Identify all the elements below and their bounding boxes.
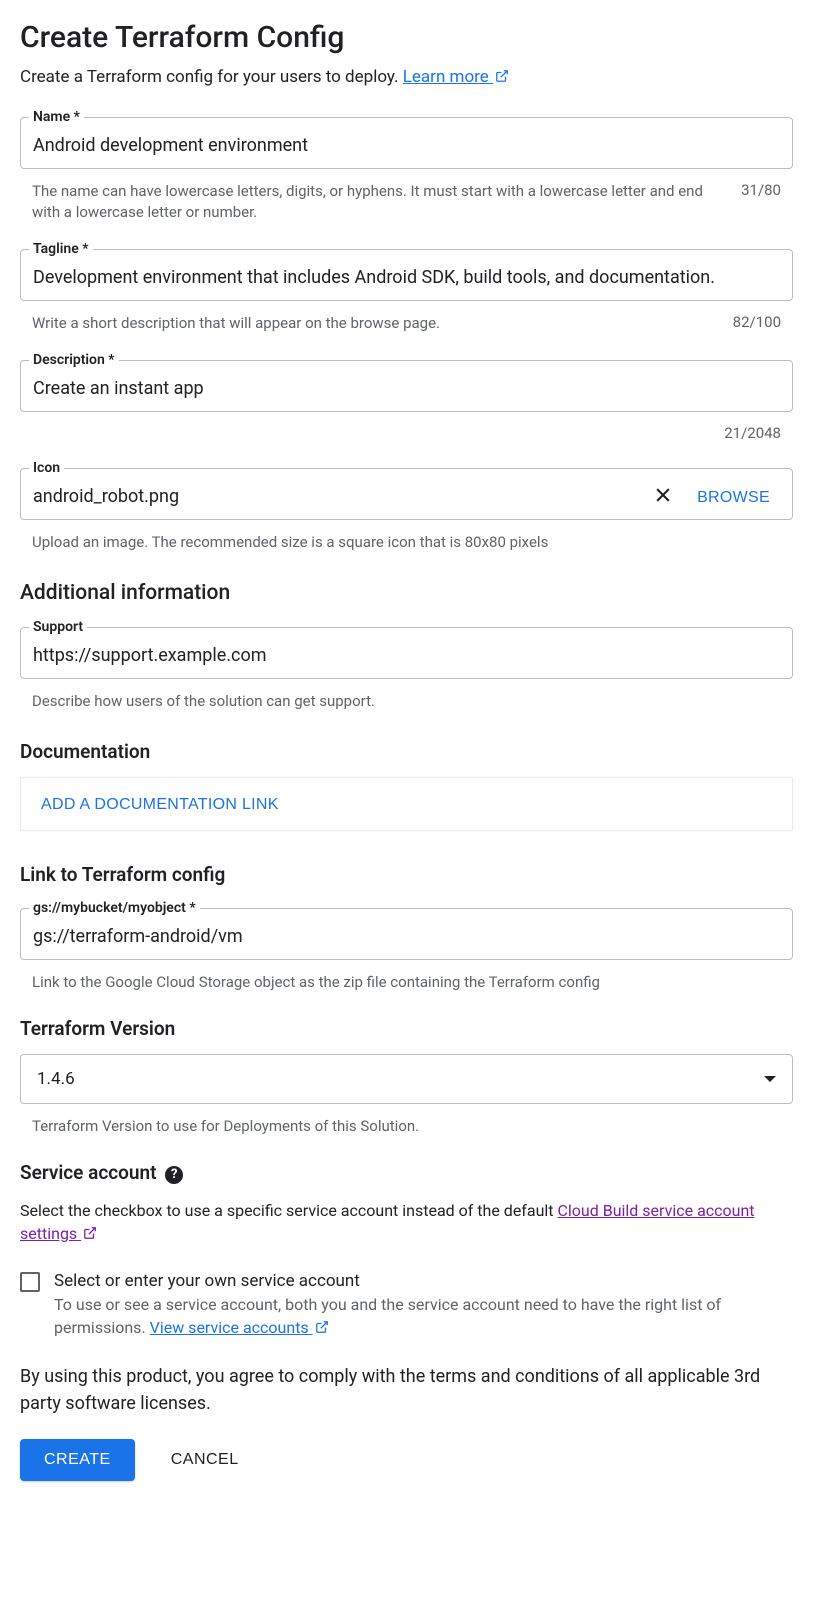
page-title: Create Terraform Config [20, 20, 793, 55]
name-field: Name * [20, 109, 793, 169]
agreement-text: By using this product, you agree to comp… [20, 1363, 793, 1417]
button-row: CREATE CANCEL [20, 1439, 793, 1481]
external-link-icon [495, 69, 509, 83]
learn-more-link[interactable]: Learn more [403, 67, 509, 87]
service-account-description: Select the checkbox to use a specific se… [20, 1199, 793, 1245]
description-input[interactable] [21, 368, 792, 411]
help-icon[interactable]: ? [165, 1166, 183, 1184]
external-link-icon [315, 1320, 329, 1334]
terraform-version-select[interactable]: 1.4.6 [20, 1054, 793, 1104]
icon-helper: Upload an image. The recommended size is… [20, 528, 793, 553]
terraform-version-heading: Terraform Version [20, 1017, 793, 1040]
documentation-box: ADD A DOCUMENTATION LINK [20, 777, 793, 831]
tagline-label: Tagline * [29, 241, 93, 257]
name-helper: The name can have lowercase letters, dig… [32, 181, 741, 223]
link-terraform-heading: Link to Terraform config [20, 863, 793, 886]
config-link-field: gs://mybucket/myobject * [20, 900, 793, 960]
create-button[interactable]: CREATE [20, 1439, 135, 1481]
config-link-input[interactable] [21, 916, 792, 959]
description-counter: 21/2048 [724, 424, 781, 442]
description-helper [32, 424, 724, 442]
terraform-version-helper: Terraform Version to use for Deployments… [20, 1112, 793, 1137]
icon-clear-button[interactable] [643, 480, 683, 516]
service-account-checkbox-desc: To use or see a service account, both yo… [54, 1293, 793, 1339]
cancel-button[interactable]: CANCEL [163, 1439, 247, 1481]
icon-browse-button[interactable]: BROWSE [683, 481, 784, 515]
tagline-helper: Write a short description that will appe… [32, 313, 733, 334]
documentation-heading: Documentation [20, 740, 793, 763]
config-link-label: gs://mybucket/myobject * [29, 900, 200, 916]
description-label: Description * [29, 352, 119, 368]
service-account-checkbox-row: Select or enter your own service account… [20, 1271, 793, 1339]
external-link-icon [83, 1226, 97, 1240]
chevron-down-icon [764, 1076, 776, 1082]
support-input[interactable] [21, 635, 792, 678]
tagline-field: Tagline * [20, 241, 793, 301]
page-subtitle: Create a Terraform config for your users… [20, 67, 793, 87]
name-label: Name * [29, 109, 84, 125]
support-field: Support [20, 619, 793, 679]
icon-input[interactable] [21, 476, 643, 519]
terraform-version-value: 1.4.6 [37, 1069, 75, 1089]
tagline-input[interactable] [21, 257, 792, 300]
view-service-accounts-link[interactable]: View service accounts [150, 1318, 329, 1337]
icon-label: Icon [29, 460, 64, 476]
service-account-checkbox-label: Select or enter your own service account [54, 1271, 793, 1291]
additional-info-heading: Additional information [20, 581, 793, 605]
support-label: Support [29, 619, 87, 635]
description-field: Description * [20, 352, 793, 412]
close-icon [653, 485, 673, 505]
tagline-counter: 82/100 [733, 313, 781, 334]
icon-field: Icon BROWSE [20, 460, 793, 520]
config-link-helper: Link to the Google Cloud Storage object … [20, 968, 793, 993]
name-counter: 31/80 [741, 181, 781, 223]
service-account-heading: Service account ? [20, 1161, 793, 1185]
service-account-checkbox[interactable] [20, 1272, 40, 1292]
support-helper: Describe how users of the solution can g… [20, 687, 793, 712]
name-input[interactable] [21, 125, 792, 168]
subtitle-text: Create a Terraform config for your users… [20, 67, 403, 87]
add-documentation-link-button[interactable]: ADD A DOCUMENTATION LINK [41, 796, 279, 814]
